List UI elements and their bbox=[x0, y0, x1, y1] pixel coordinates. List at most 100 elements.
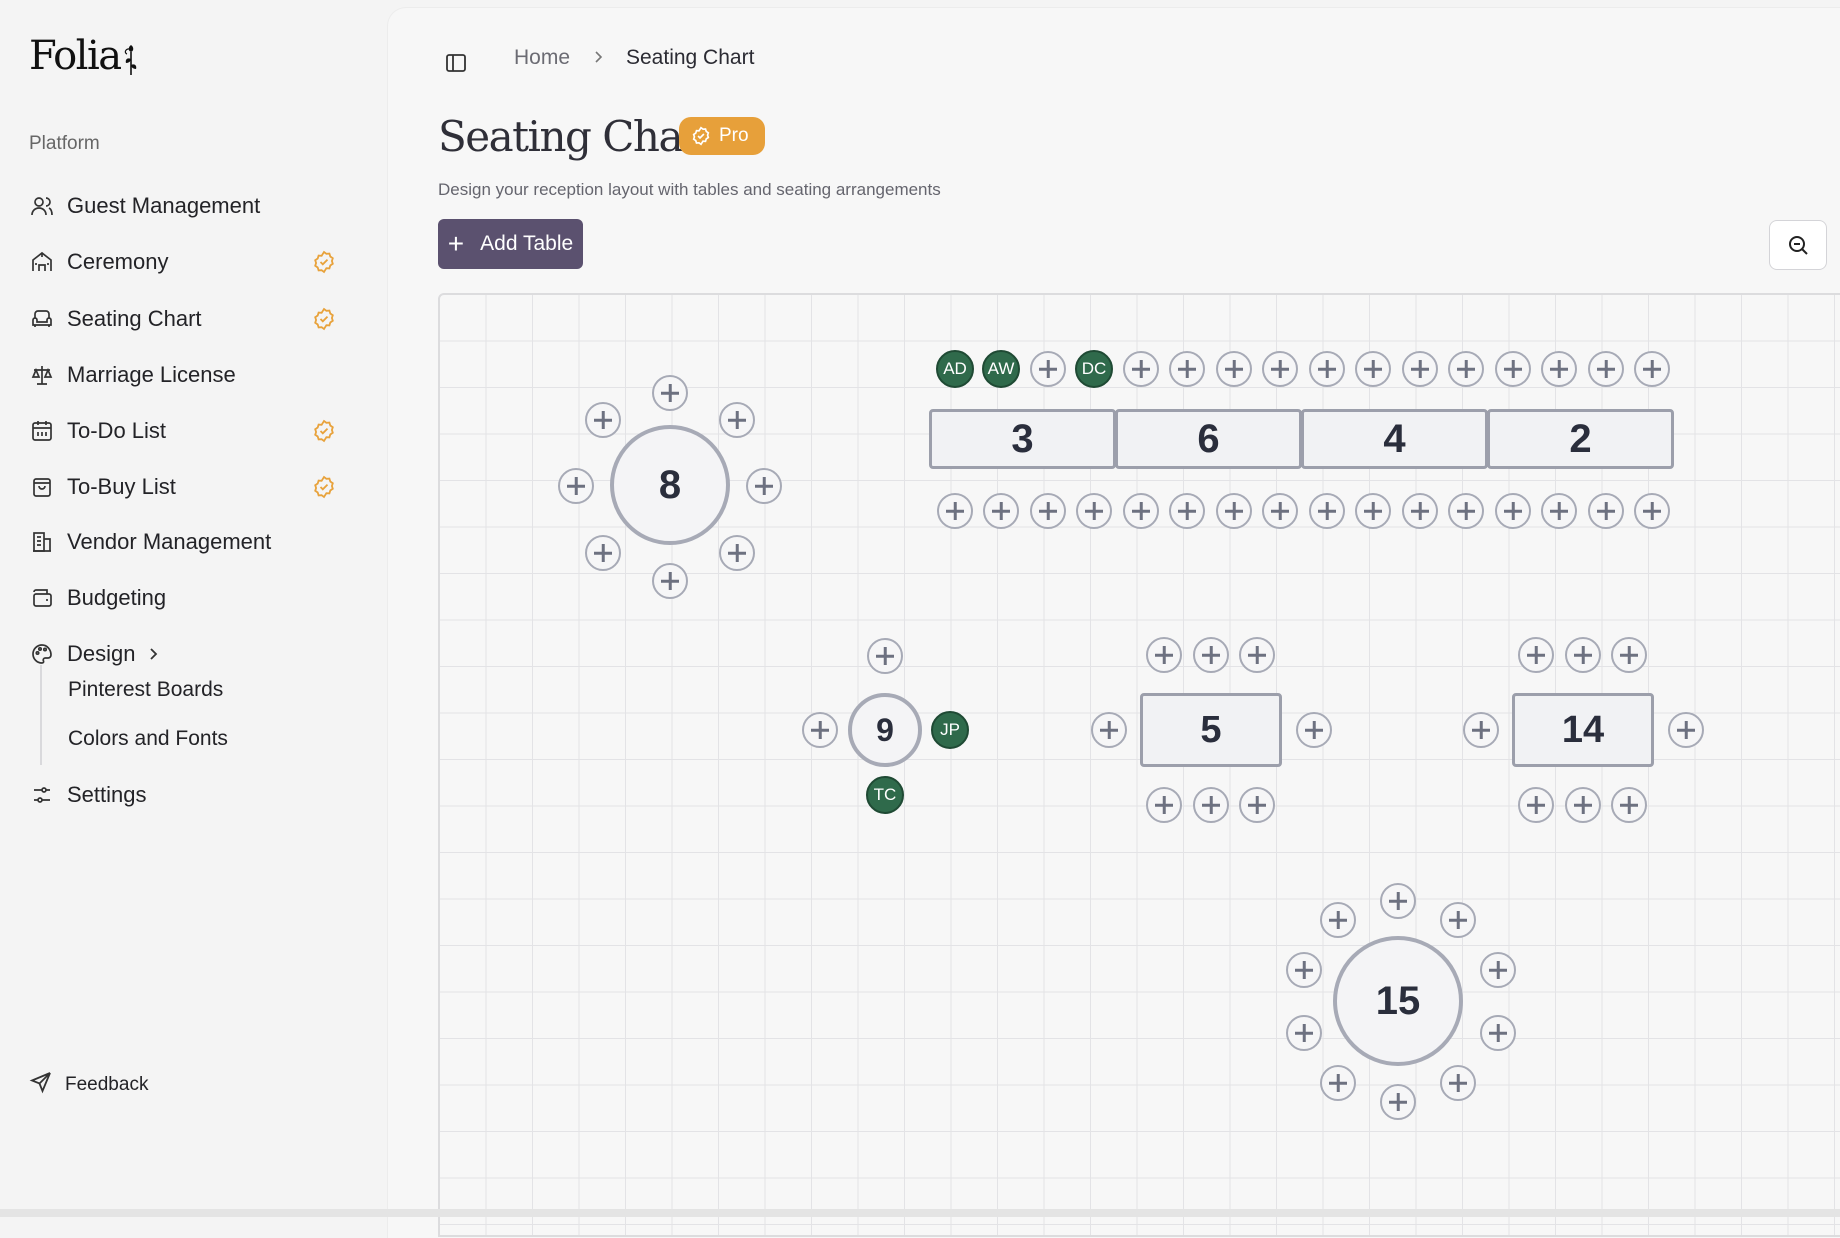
add-seat-button[interactable] bbox=[652, 375, 688, 411]
sidebar-item-budgeting[interactable]: Budgeting bbox=[29, 578, 349, 618]
add-seat-button[interactable] bbox=[1611, 637, 1647, 673]
guest-seat[interactable]: AD bbox=[936, 350, 974, 388]
add-seat-button[interactable] bbox=[1169, 493, 1205, 529]
long-table-segment[interactable]: 6 bbox=[1115, 409, 1302, 469]
add-seat-button[interactable] bbox=[1565, 637, 1601, 673]
add-seat-button[interactable] bbox=[1286, 952, 1322, 988]
guest-seat[interactable]: AW bbox=[982, 350, 1020, 388]
add-seat-button[interactable] bbox=[652, 563, 688, 599]
add-seat-button[interactable] bbox=[1296, 712, 1332, 748]
add-seat-button[interactable] bbox=[746, 468, 782, 504]
add-seat-button[interactable] bbox=[1448, 493, 1484, 529]
long-table-segment[interactable]: 2 bbox=[1487, 409, 1674, 469]
add-seat-button[interactable] bbox=[1076, 493, 1112, 529]
add-seat-button[interactable] bbox=[1146, 787, 1182, 823]
add-seat-button[interactable] bbox=[1030, 351, 1066, 387]
sidebar-item-todo-list[interactable]: To-Do List bbox=[29, 411, 349, 451]
add-seat-button[interactable] bbox=[983, 493, 1019, 529]
add-seat-button[interactable] bbox=[1634, 351, 1670, 387]
add-seat-button[interactable] bbox=[1030, 493, 1066, 529]
sidebar-toggle-button[interactable] bbox=[441, 48, 471, 78]
add-seat-button[interactable] bbox=[1448, 351, 1484, 387]
sidebar-item-seating-chart[interactable]: Seating Chart bbox=[29, 299, 349, 339]
sidebar-subitem-pinterest-boards[interactable]: Pinterest Boards bbox=[68, 678, 223, 702]
guest-seat[interactable]: DC bbox=[1075, 350, 1113, 388]
long-table-segment[interactable]: 3 bbox=[929, 409, 1116, 469]
add-seat-button[interactable] bbox=[1091, 712, 1127, 748]
add-table-button[interactable]: + Add Table bbox=[438, 219, 583, 269]
add-seat-button[interactable] bbox=[1541, 493, 1577, 529]
add-seat-button[interactable] bbox=[1309, 493, 1345, 529]
add-seat-button[interactable] bbox=[802, 712, 838, 748]
add-seat-button[interactable] bbox=[1216, 493, 1252, 529]
add-seat-button[interactable] bbox=[1402, 493, 1438, 529]
sidebar-item-design[interactable]: Design bbox=[29, 634, 349, 674]
add-seat-button[interactable] bbox=[1309, 351, 1345, 387]
add-seat-button[interactable] bbox=[1355, 493, 1391, 529]
add-seat-button[interactable] bbox=[1440, 1065, 1476, 1101]
add-seat-button[interactable] bbox=[1355, 351, 1391, 387]
brand-logo[interactable]: Folia bbox=[29, 33, 140, 79]
add-seat-button[interactable] bbox=[1193, 637, 1229, 673]
add-seat-button[interactable] bbox=[1320, 1065, 1356, 1101]
round-table[interactable]: 8 bbox=[610, 425, 730, 545]
add-seat-button[interactable] bbox=[1440, 902, 1476, 938]
seating-canvas[interactable]: 8 3 6 4 2 AD AW DC 9 JP TC 5 14 15 bbox=[438, 293, 1840, 1237]
add-seat-button[interactable] bbox=[585, 402, 621, 438]
sidebar-item-ceremony[interactable]: Ceremony bbox=[29, 242, 349, 282]
add-seat-button[interactable] bbox=[1541, 351, 1577, 387]
zoom-out-button[interactable] bbox=[1769, 220, 1827, 270]
add-seat-button[interactable] bbox=[1518, 637, 1554, 673]
sidebar-item-settings[interactable]: Settings bbox=[29, 775, 349, 815]
add-seat-button[interactable] bbox=[1262, 351, 1298, 387]
add-seat-button[interactable] bbox=[1262, 493, 1298, 529]
add-seat-button[interactable] bbox=[585, 535, 621, 571]
long-table-segment[interactable]: 4 bbox=[1301, 409, 1488, 469]
sidebar-item-guest-management[interactable]: Guest Management bbox=[29, 186, 349, 226]
add-seat-button[interactable] bbox=[1239, 787, 1275, 823]
chapel-icon bbox=[29, 249, 55, 275]
add-seat-button[interactable] bbox=[1239, 637, 1275, 673]
sidebar-item-marriage-license[interactable]: Marriage License bbox=[29, 355, 349, 395]
add-seat-button[interactable] bbox=[558, 468, 594, 504]
add-seat-button[interactable] bbox=[1123, 493, 1159, 529]
add-seat-button[interactable] bbox=[1320, 902, 1356, 938]
add-seat-button[interactable] bbox=[1588, 351, 1624, 387]
add-seat-button[interactable] bbox=[937, 493, 973, 529]
building-icon bbox=[29, 529, 55, 555]
sidebar-item-tobuy-list[interactable]: To-Buy List bbox=[29, 467, 349, 507]
add-seat-button[interactable] bbox=[867, 638, 903, 674]
add-seat-button[interactable] bbox=[1588, 493, 1624, 529]
add-seat-button[interactable] bbox=[1565, 787, 1601, 823]
add-seat-button[interactable] bbox=[1518, 787, 1554, 823]
add-seat-button[interactable] bbox=[1193, 787, 1229, 823]
rect-table[interactable]: 5 bbox=[1140, 693, 1282, 767]
round-table[interactable]: 9 bbox=[848, 693, 922, 767]
add-seat-button[interactable] bbox=[1480, 952, 1516, 988]
add-seat-button[interactable] bbox=[1286, 1015, 1322, 1051]
round-table[interactable]: 15 bbox=[1333, 936, 1463, 1066]
add-seat-button[interactable] bbox=[1169, 351, 1205, 387]
add-seat-button[interactable] bbox=[1668, 712, 1704, 748]
sidebar-subitem-colors-and-fonts[interactable]: Colors and Fonts bbox=[68, 727, 228, 751]
add-seat-button[interactable] bbox=[1495, 493, 1531, 529]
add-seat-button[interactable] bbox=[719, 535, 755, 571]
add-seat-button[interactable] bbox=[719, 402, 755, 438]
add-seat-button[interactable] bbox=[1146, 637, 1182, 673]
add-seat-button[interactable] bbox=[1216, 351, 1252, 387]
add-seat-button[interactable] bbox=[1480, 1015, 1516, 1051]
add-seat-button[interactable] bbox=[1402, 351, 1438, 387]
guest-seat[interactable]: TC bbox=[866, 776, 904, 814]
add-seat-button[interactable] bbox=[1463, 712, 1499, 748]
add-seat-button[interactable] bbox=[1380, 883, 1416, 919]
feedback-link[interactable]: Feedback bbox=[29, 1070, 148, 1099]
rect-table[interactable]: 14 bbox=[1512, 693, 1654, 767]
add-seat-button[interactable] bbox=[1634, 493, 1670, 529]
sidebar-item-vendor-management[interactable]: Vendor Management bbox=[29, 522, 349, 562]
add-seat-button[interactable] bbox=[1611, 787, 1647, 823]
breadcrumb-home[interactable]: Home bbox=[514, 46, 570, 70]
add-seat-button[interactable] bbox=[1123, 351, 1159, 387]
add-seat-button[interactable] bbox=[1495, 351, 1531, 387]
add-seat-button[interactable] bbox=[1380, 1084, 1416, 1120]
guest-seat[interactable]: JP bbox=[931, 711, 969, 749]
